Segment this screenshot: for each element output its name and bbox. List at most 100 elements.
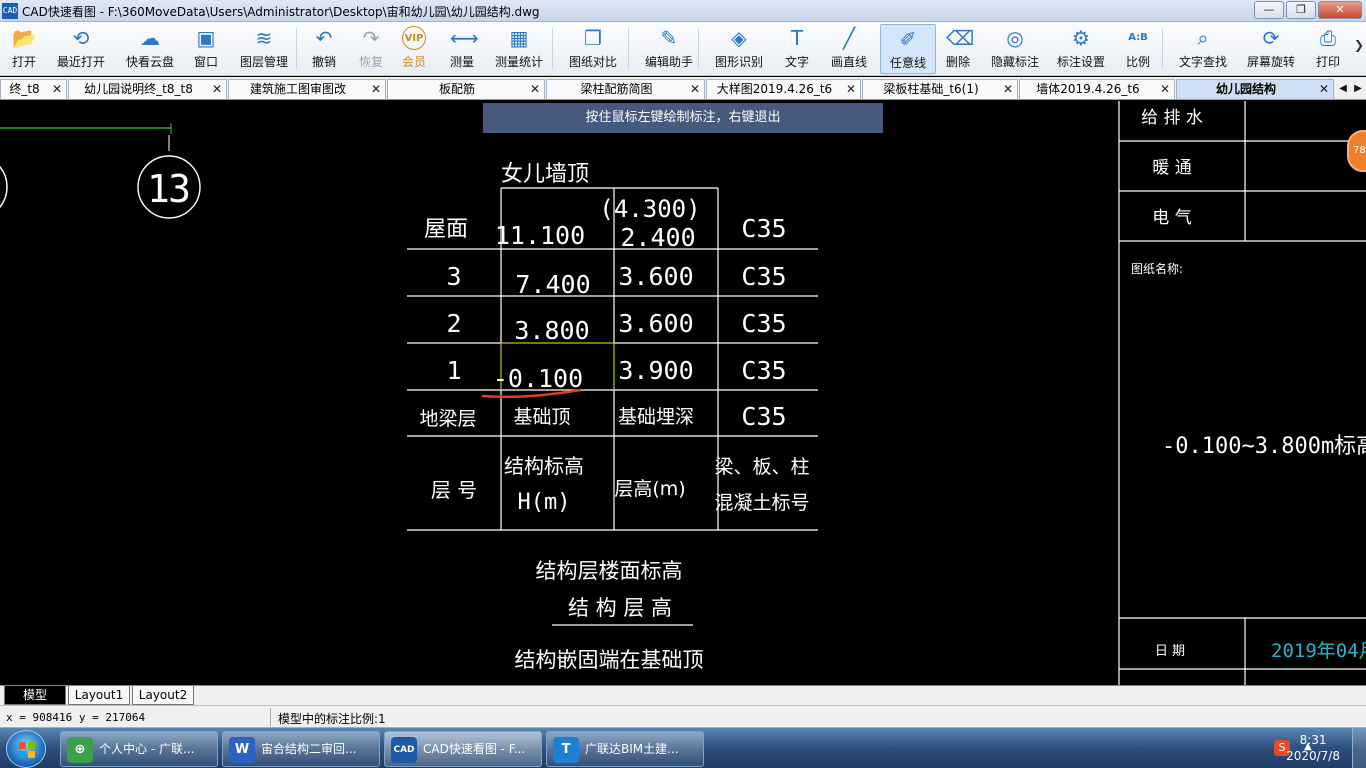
toolbar-mark-settings-button[interactable]: ⚙ 标注设置	[1050, 24, 1112, 74]
tab-close-icon[interactable]: ✕	[1160, 80, 1170, 98]
toolbar-edit-helper-button[interactable]: ✎ 编辑助手	[638, 24, 700, 74]
clock-history-icon: ⟲	[72, 26, 90, 50]
document-tab[interactable]: 板配筋 ✕	[387, 79, 545, 99]
toolbar-freehand-button[interactable]: ✐ 任意线	[880, 24, 936, 74]
word-doc-icon: W	[229, 737, 255, 763]
document-tab-label: 板配筋	[438, 82, 475, 96]
toolbar-text-button[interactable]: T 文字	[776, 24, 818, 74]
document-tab-label: 幼儿园结构	[1215, 82, 1276, 96]
document-tab-label: 梁板柱基础_t6(1)	[883, 82, 979, 96]
toolbar-measure-label: 测量	[449, 55, 474, 69]
tabs-scroll-left-icon[interactable]: ◀	[1336, 80, 1350, 98]
toolbar-text-label: 文字	[784, 55, 809, 69]
drawing-canvas[interactable]: 13 女儿墙顶 屋面 11.100 (4.300) 2.400 C35 3 7.…	[0, 101, 1366, 685]
tab-close-icon[interactable]: ✕	[212, 80, 222, 98]
layout-tab-layout2[interactable]: Layout2	[132, 686, 194, 705]
status-divider	[270, 708, 271, 726]
toolbar-rotate-button[interactable]: ⟳ 屏幕旋转	[1240, 24, 1302, 74]
toolbar-layers-button[interactable]: ≋ 图层管理	[234, 24, 294, 74]
tab-close-icon[interactable]: ✕	[690, 80, 700, 98]
toolbar-compare-button[interactable]: ❐ 图纸对比	[562, 24, 624, 74]
document-tab[interactable]: 梁柱配筋简图 ✕	[546, 79, 705, 99]
tab-close-icon[interactable]: ✕	[52, 80, 62, 98]
taskbar-item[interactable]: CAD CAD快速看图 - F...	[384, 731, 542, 767]
row-height-3: 3.600	[618, 262, 693, 291]
toolbar-measure-stats-label: 测量统计	[494, 55, 543, 69]
text-icon: T	[790, 26, 804, 50]
document-tab[interactable]: 大样图2019.4.26_t6 ✕	[706, 79, 861, 99]
document-tabs: 终_t8 ✕ 幼儿园说明终_t8_t8 ✕ 建筑施工图审图改 ✕ 板配筋 ✕ 梁柱配筋简图 ✕ 大样…	[0, 77, 1366, 100]
row-elev-1: -0.100	[493, 364, 583, 393]
title-bar: CAD CAD快速看图 - F:\360MoveData\Users\Admin…	[0, 0, 1366, 22]
clock[interactable]: 8:31 2020/7/8	[1286, 732, 1340, 764]
tab-close-icon[interactable]: ✕	[371, 80, 381, 98]
toolbar-cloud-button[interactable]: ☁ 快看云盘	[122, 24, 178, 74]
title-block-plumbing: 给 排 水	[1141, 108, 1203, 128]
rotate-screen-icon: ⟳	[1262, 26, 1280, 50]
toolbar-window-button[interactable]: ▣ 窗口	[186, 24, 226, 74]
toolbar-overflow-icon[interactable]: ❯	[1354, 38, 1364, 52]
toolbar-hide-marks-label: 隐藏标注	[990, 55, 1039, 69]
shape-recognize-icon: ◈	[731, 26, 747, 50]
toolbar-open-button[interactable]: 📂 打开	[4, 24, 44, 74]
row-grade-foundation: C35	[741, 402, 786, 431]
header-concrete-grade-2: 混凝土标号	[714, 492, 809, 514]
document-tab-label: 墙体2019.4.26_t6	[1036, 82, 1140, 96]
toolbar-vip-button[interactable]: VIP 会员	[394, 24, 434, 74]
toolbar-recent-label: 最近打开	[56, 55, 105, 69]
vip-badge-icon: VIP	[402, 26, 426, 50]
floating-badge[interactable]: 78	[1347, 130, 1366, 172]
toolbar-hide-marks-button[interactable]: ◎ 隐藏标注	[984, 24, 1046, 74]
document-tab[interactable]: 幼儿园结构 ✕	[1176, 79, 1334, 99]
document-tab[interactable]: 梁板柱基础_t6(1) ✕	[862, 79, 1018, 99]
title-block-date-value: 2019年04月15	[1271, 640, 1366, 662]
taskbar-item[interactable]: ⊕ 个人中心 - 广联...	[60, 731, 218, 767]
document-tab[interactable]: 终_t8 ✕	[0, 79, 67, 99]
toolbar-line-button[interactable]: ╱ 画直线	[822, 24, 876, 74]
document-tab-label: 幼儿园说明终_t8_t8	[84, 82, 193, 96]
app-logo-icon: CAD	[2, 3, 18, 19]
show-desktop-button[interactable]	[1352, 728, 1366, 768]
toolbar-edit-helper-label: 编辑助手	[644, 55, 693, 69]
title-block-drawing-name-label: 图纸名称:	[1131, 261, 1183, 276]
restore-button[interactable]: ❐	[1286, 1, 1316, 19]
axis-bubble-label: 13	[147, 167, 191, 211]
toolbar-redo-button[interactable]: ↷ 恢复	[352, 24, 390, 74]
tab-close-icon[interactable]: ✕	[530, 80, 540, 98]
toolbar-scale-label: 比例	[1125, 55, 1150, 69]
close-button[interactable]: ✕	[1318, 1, 1362, 19]
eye-hidden-icon: ◎	[1006, 26, 1024, 50]
document-tab[interactable]: 墙体2019.4.26_t6 ✕	[1019, 79, 1175, 99]
toolbar-scale-button[interactable]: A:B 比例	[1116, 24, 1160, 74]
taskbar-item[interactable]: W 宙合结构二审回...	[222, 731, 380, 767]
document-tab-label: 梁柱配筋简图	[580, 82, 653, 96]
row-height-top-roof: (4.300)	[599, 195, 700, 223]
cursor-coordinates: x = 908416 y = 217064	[6, 711, 146, 724]
tab-close-icon[interactable]: ✕	[1003, 80, 1013, 98]
start-button[interactable]	[6, 730, 46, 768]
folder-open-icon: 📂	[12, 26, 37, 50]
tabs-scroll-right-icon[interactable]: ▶	[1351, 80, 1365, 98]
axis-bubble-left	[0, 165, 8, 209]
toolbar-print-button[interactable]: ⎙ 打印	[1306, 24, 1350, 74]
toolbar-recognize-button[interactable]: ◈ 图形识别	[708, 24, 770, 74]
document-tab[interactable]: 幼儿园说明终_t8_t8 ✕	[68, 79, 227, 99]
row-grade-3: C35	[741, 262, 786, 291]
taskbar-item[interactable]: T 广联达BIM土建...	[546, 731, 704, 767]
layout-tab-model[interactable]: 模型	[4, 686, 66, 705]
row-elev-2: 3.800	[514, 316, 589, 345]
document-tab[interactable]: 建筑施工图审图改 ✕	[228, 79, 386, 99]
toolbar-open-label: 打开	[11, 55, 36, 69]
tab-close-icon[interactable]: ✕	[846, 80, 856, 98]
toolbar-recent-button[interactable]: ⟲ 最近打开	[50, 24, 112, 74]
toolbar-measure-button[interactable]: ⟷ 测量	[440, 24, 484, 74]
layout-tab-layout1[interactable]: Layout1	[68, 686, 130, 705]
toolbar-erase-button[interactable]: ⌫ 删除	[936, 24, 980, 74]
toolbar-measure-stats-button[interactable]: ▦ 测量统计	[488, 24, 550, 74]
search-icon: ⌕	[1197, 26, 1209, 50]
minimize-button[interactable]: —	[1254, 1, 1284, 19]
tab-close-icon[interactable]: ✕	[1319, 80, 1329, 98]
toolbar-undo-button[interactable]: ↶ 撤销	[304, 24, 344, 74]
windows-logo-icon	[19, 742, 35, 758]
toolbar-find-text-button[interactable]: ⌕ 文字查找	[1170, 24, 1236, 74]
